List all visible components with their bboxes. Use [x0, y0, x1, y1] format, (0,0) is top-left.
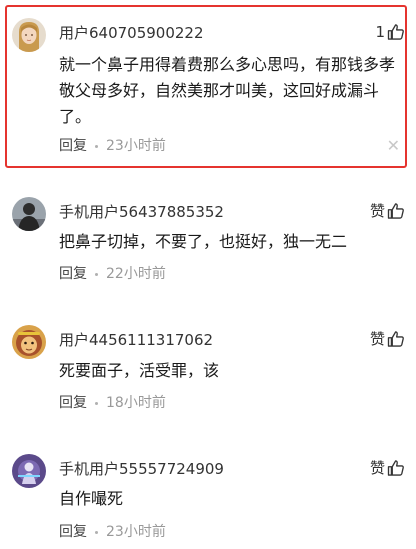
- close-icon[interactable]: ✕: [387, 136, 400, 156]
- timestamp: 18小时前: [106, 395, 166, 411]
- girl-avatar-icon[interactable]: [12, 18, 46, 52]
- timestamp: 22小时前: [106, 266, 166, 282]
- thumbs-up-icon: [387, 203, 404, 219]
- reply-button[interactable]: 回复: [59, 393, 87, 413]
- timestamp: 23小时前: [106, 524, 166, 540]
- reply-button[interactable]: 回复: [59, 264, 87, 284]
- like-label: 赞: [369, 202, 385, 220]
- comment-meta: 回复 23小时前: [59, 136, 166, 156]
- comment-text: 就一个鼻子用得着费那么多心思吗，有那钱多孝敬父母多好，自然美那才叫美，这回好成漏…: [59, 55, 396, 126]
- like-count: 1: [375, 23, 385, 41]
- separator-dot: [95, 144, 98, 148]
- comment-meta: 回复 23小时前: [59, 522, 166, 542]
- comment-meta: 回复 22小时前: [59, 264, 166, 284]
- separator-dot: [95, 530, 98, 534]
- separator-dot: [95, 272, 98, 276]
- comment-meta: 回复 18小时前: [59, 393, 166, 413]
- purple-figure-avatar-icon[interactable]: [12, 454, 46, 488]
- username[interactable]: 用户4456111317062: [59, 330, 213, 350]
- like-label: 赞: [369, 459, 385, 477]
- like-label: 赞: [369, 330, 385, 348]
- reply-button[interactable]: 回复: [59, 522, 87, 542]
- like-button[interactable]: 1: [375, 20, 406, 44]
- like-button[interactable]: 赞: [370, 456, 406, 480]
- username[interactable]: 手机用户55557724909: [59, 459, 224, 479]
- comment-text: 自作嘬死: [59, 489, 124, 508]
- username[interactable]: 手机用户56437885352: [59, 202, 224, 222]
- username[interactable]: 用户640705900222: [59, 23, 204, 43]
- separator-dot: [95, 401, 98, 405]
- timestamp: 23小时前: [106, 138, 166, 154]
- dark-figure-avatar-icon[interactable]: [12, 197, 46, 231]
- reply-button[interactable]: 回复: [59, 136, 87, 156]
- thumbs-up-icon: [387, 331, 404, 347]
- like-button[interactable]: 赞: [370, 327, 406, 351]
- comment-text: 死要面子，活受罪，该: [59, 361, 220, 380]
- comment-text: 把鼻子切掉，不要了，也挺好，独一无二: [59, 232, 348, 251]
- thumbs-up-icon: [387, 460, 404, 476]
- monkey-king-avatar-icon[interactable]: [12, 325, 46, 359]
- like-button[interactable]: 赞: [370, 199, 406, 223]
- thumbs-up-icon: [387, 24, 404, 40]
